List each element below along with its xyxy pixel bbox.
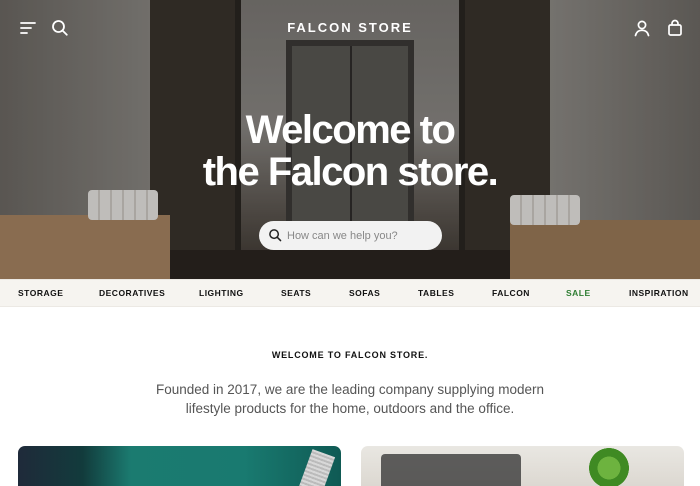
intro-title: WELCOME TO FALCON STORE. [271,350,429,360]
nav-storage[interactable]: STORAGE [18,288,63,298]
top-bar: FALCON STORE [0,0,700,56]
nav-seats[interactable]: SEATS [281,288,311,298]
user-icon[interactable] [632,18,652,38]
hero-search[interactable] [259,221,442,250]
nav-sale[interactable]: SALE [566,288,591,298]
hero-banner: FALCON STORE Welcome to the Falcon store… [0,0,700,279]
hero-headline-line1: Welcome to [245,108,456,152]
nav-falcon[interactable]: FALCON [492,288,530,298]
category-nav: STORAGE DECORATIVES LIGHTING SEATS SOFAS… [0,279,700,307]
nav-decoratives[interactable]: DECORATIVES [99,288,165,298]
intro-text: Founded in 2017, we are the leading comp… [155,382,544,416]
feature-card-left[interactable] [18,446,341,486]
nav-sofas[interactable]: SOFAS [349,288,380,298]
nav-tables[interactable]: TABLES [418,288,454,298]
search-icon [269,229,282,242]
nav-inspiration[interactable]: INSPIRATION [629,288,689,298]
bag-icon[interactable] [665,18,685,38]
search-input[interactable] [287,221,435,250]
hero-headline-line2: the Falcon store. [202,150,499,194]
feature-card-right[interactable] [361,446,684,486]
nav-lighting[interactable]: LIGHTING [199,288,244,298]
brand-logo[interactable]: FALCON STORE [0,20,700,35]
